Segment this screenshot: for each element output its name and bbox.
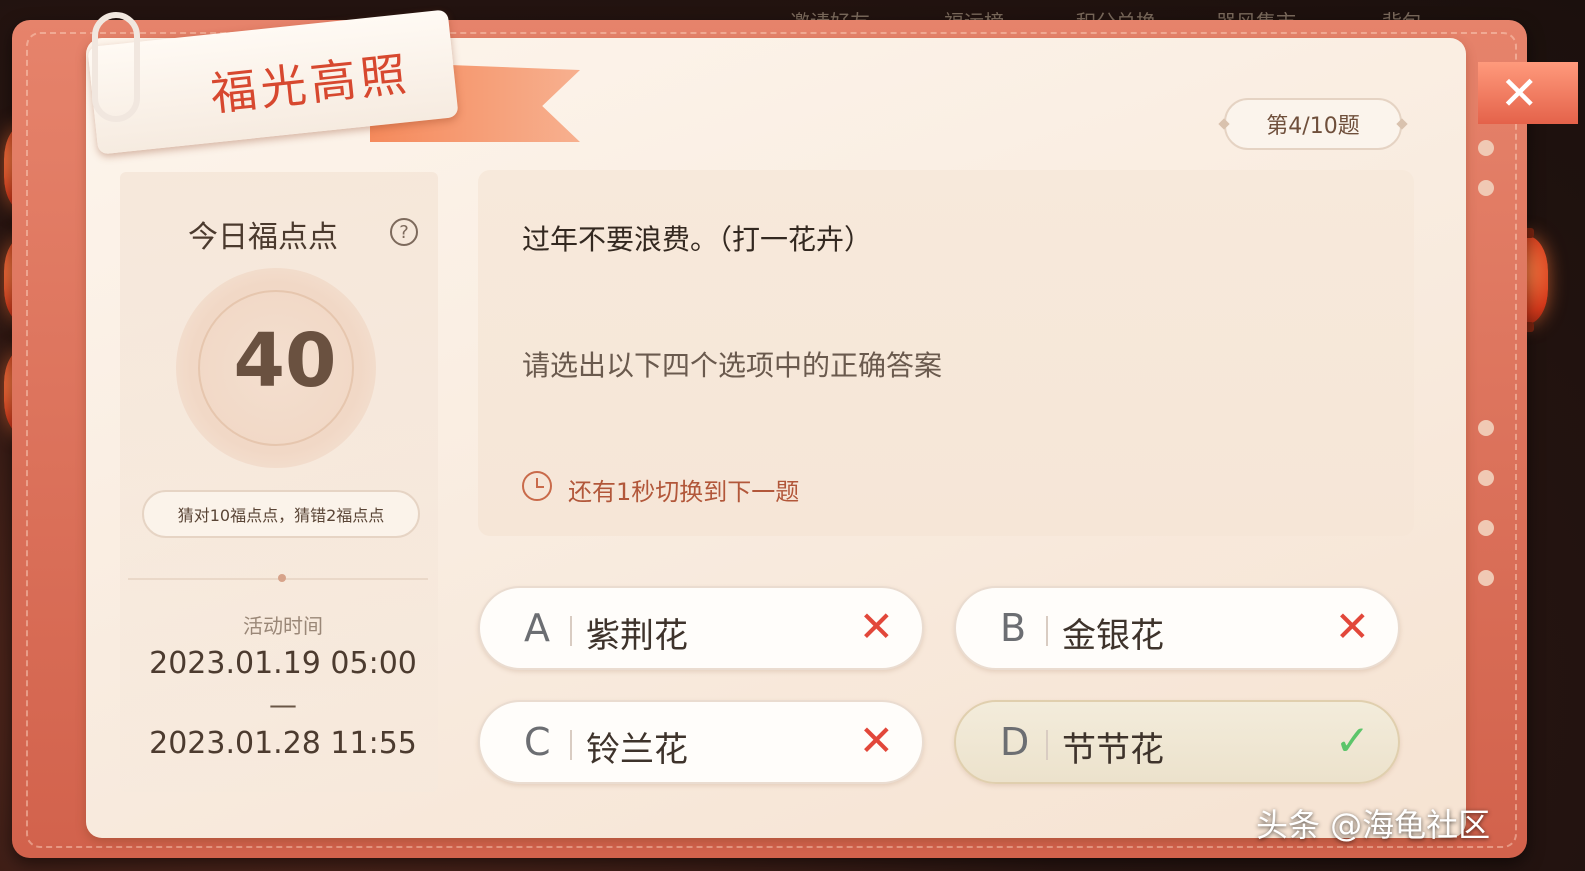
option-separator: [570, 616, 572, 646]
paperclip-icon: [92, 12, 140, 122]
option-letter: C: [524, 720, 551, 764]
binding-ring: [1478, 180, 1494, 196]
wrong-icon: ✕: [1334, 602, 1370, 651]
binding-ring: [1478, 520, 1494, 536]
countdown-text: 还有1秒切换到下一题: [568, 478, 800, 506]
option-a[interactable]: A 紫荆花 ✕: [478, 586, 924, 670]
scoring-rule: 猜对10福点点，猜错2福点点: [142, 490, 420, 538]
wrong-icon: ✕: [858, 602, 894, 651]
option-d[interactable]: D 节节花 ✓: [954, 700, 1400, 784]
option-separator: [1046, 730, 1048, 760]
activity-time-label: 活动时间: [243, 614, 323, 638]
option-c[interactable]: C 铃兰花 ✕: [478, 700, 924, 784]
option-letter: D: [1000, 720, 1030, 764]
option-text: 金银花: [1062, 616, 1164, 656]
option-text: 紫荆花: [586, 616, 688, 656]
option-letter: A: [524, 606, 550, 650]
points-value: 40: [233, 318, 337, 404]
question-text: 过年不要浪费。（打一花卉）: [522, 223, 873, 256]
divider-dot: [278, 574, 286, 582]
activity-start-time: 2023.01.19 05:00: [149, 646, 417, 681]
clock-icon: [522, 471, 552, 501]
watermark: 头条 @海龟社区: [1256, 806, 1491, 844]
option-separator: [570, 730, 572, 760]
binding-ring: [1478, 140, 1494, 156]
option-b[interactable]: B 金银花 ✕: [954, 586, 1400, 670]
activity-end-time: 2023.01.28 11:55: [149, 726, 417, 761]
question-progress-text: 第4/10题: [1266, 114, 1360, 139]
scoring-rule-text: 猜对10福点点，猜错2福点点: [177, 506, 385, 525]
binding-ring: [1478, 470, 1494, 486]
wrong-icon: ✕: [858, 716, 894, 765]
option-letter: B: [1000, 606, 1027, 650]
binding-ring: [1478, 420, 1494, 436]
option-separator: [1046, 616, 1048, 646]
check-icon: ✓: [1334, 716, 1370, 765]
option-text: 节节花: [1062, 730, 1164, 770]
activity-time-separator: —: [269, 688, 297, 721]
close-button[interactable]: ✕: [1478, 62, 1578, 124]
question-progress-badge: 第4/10题: [1224, 98, 1402, 150]
binding-ring: [1478, 570, 1494, 586]
points-label: 今日福点点: [188, 220, 338, 255]
option-text: 铃兰花: [586, 730, 688, 770]
close-icon: ✕: [1500, 66, 1539, 120]
question-instruction: 请选出以下四个选项中的正确答案: [522, 349, 943, 382]
help-icon[interactable]: ?: [390, 218, 418, 246]
